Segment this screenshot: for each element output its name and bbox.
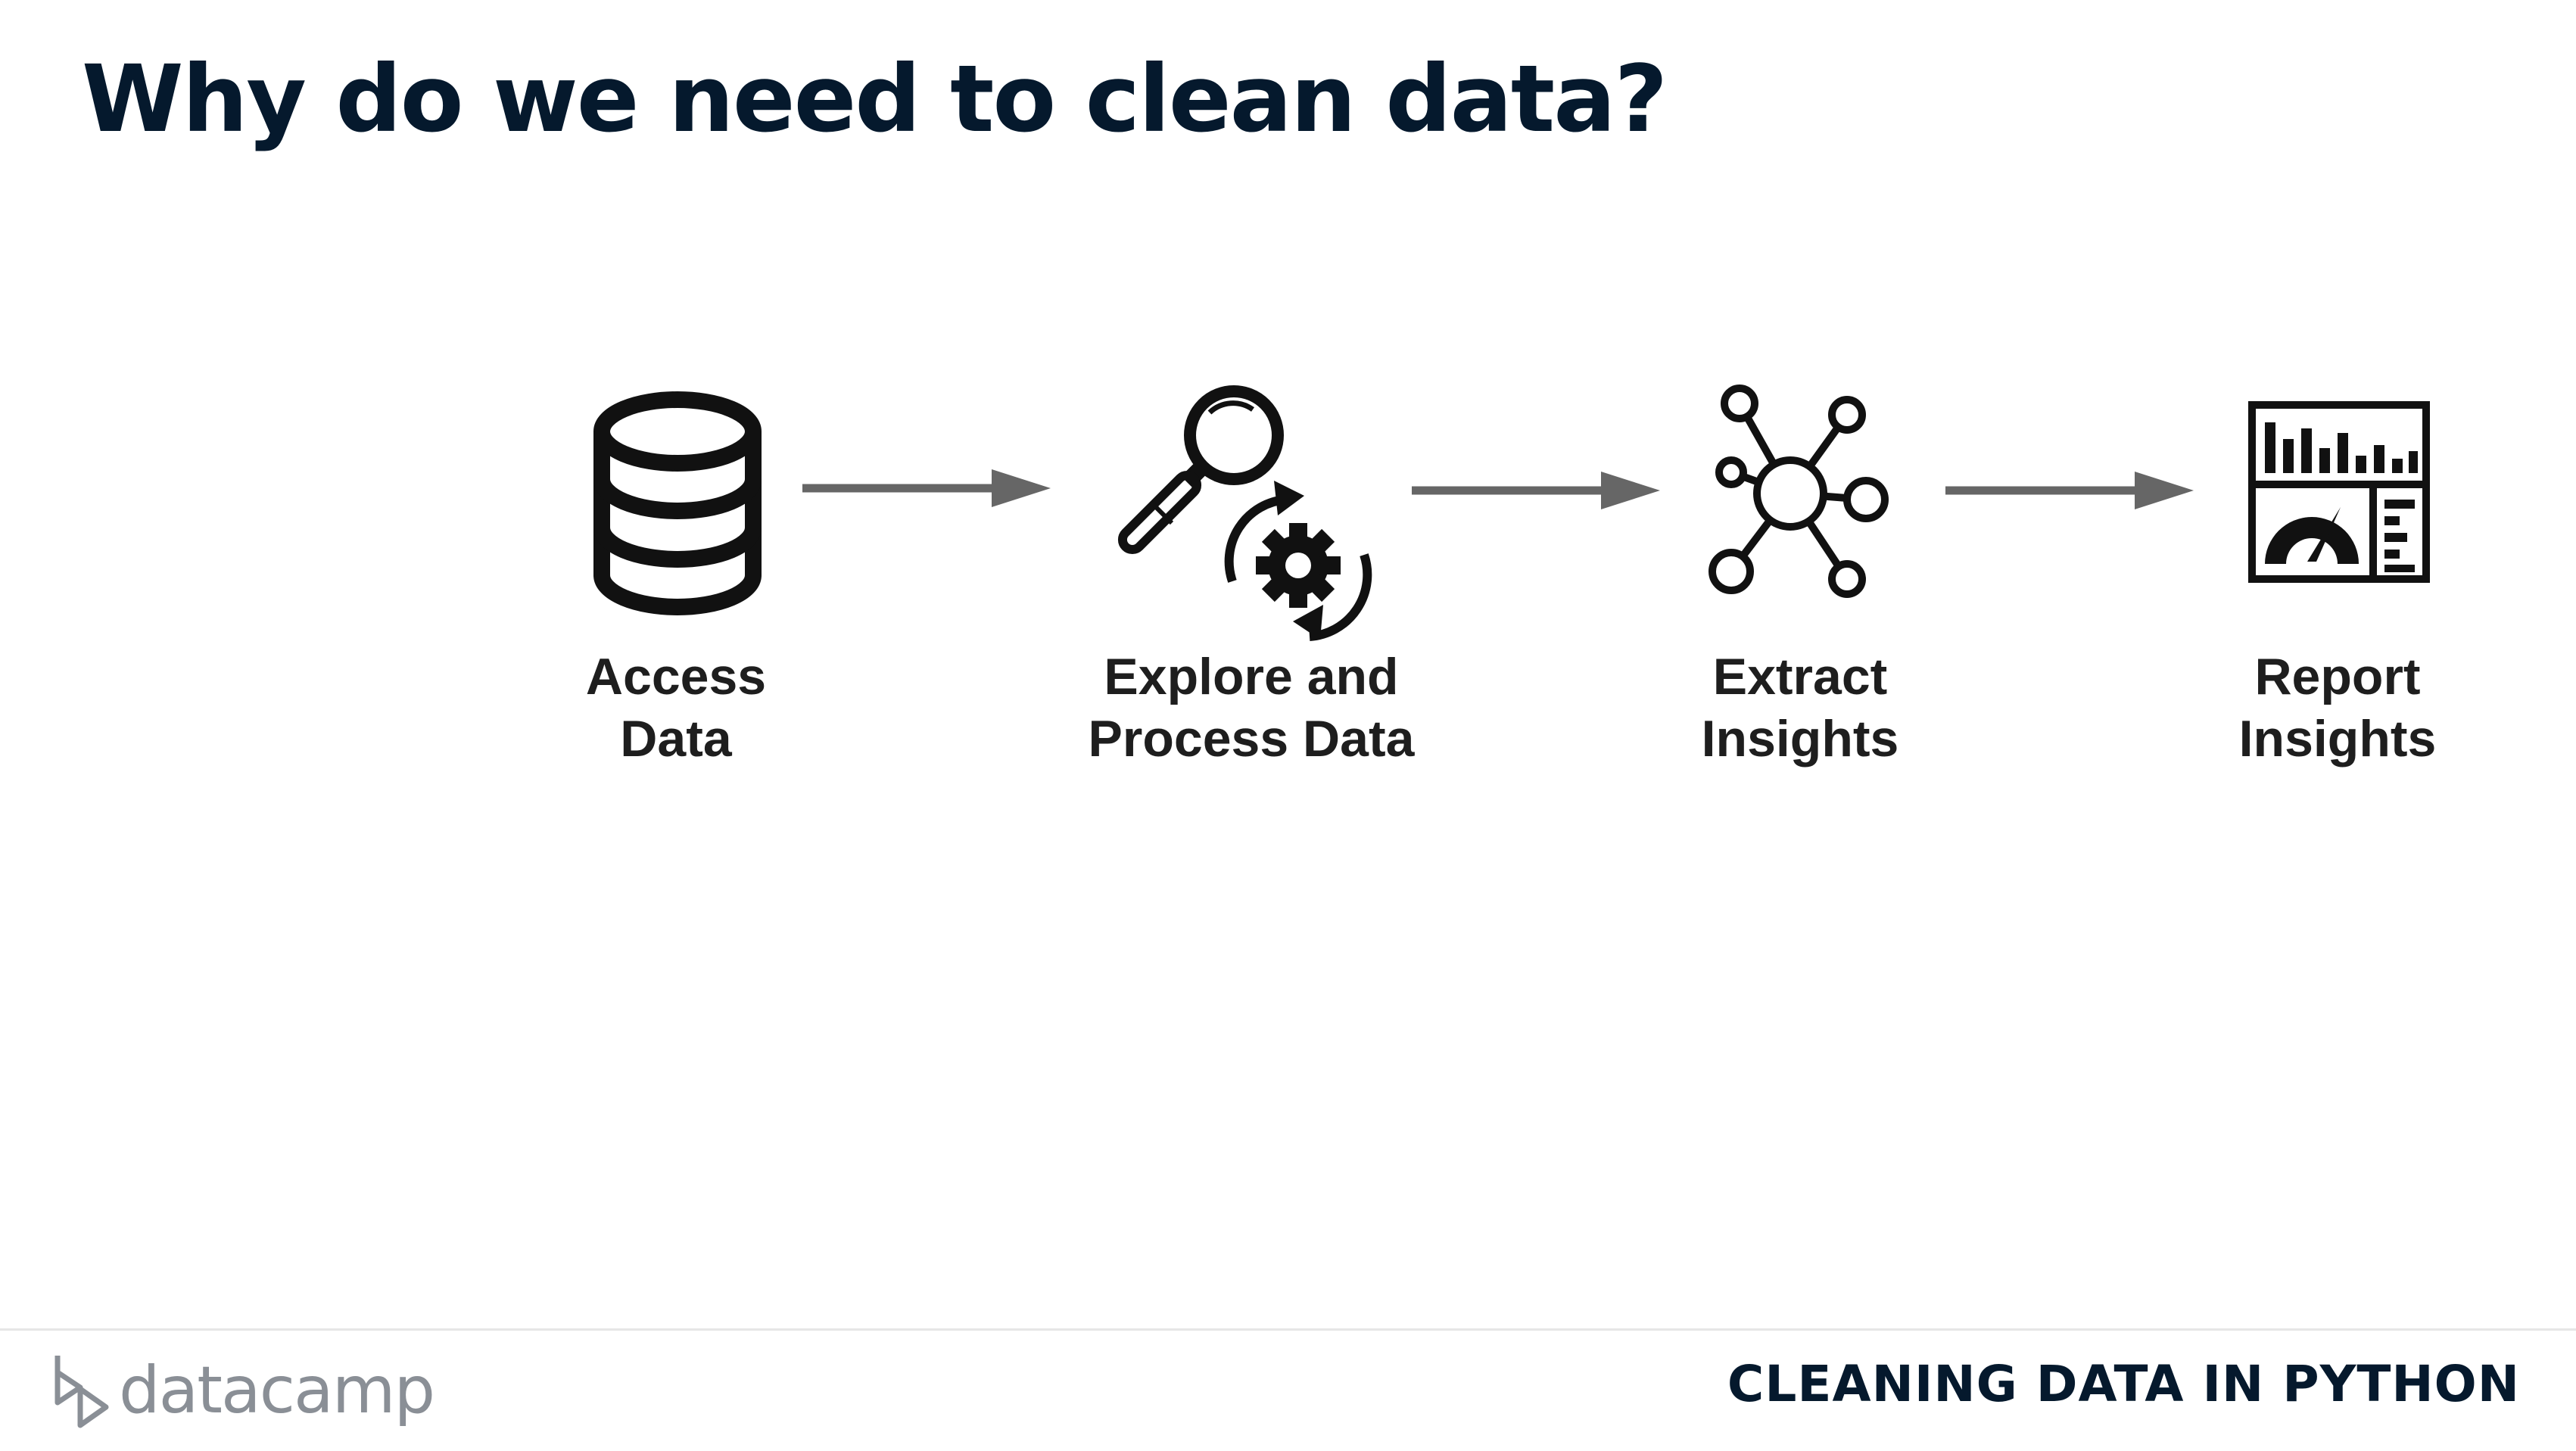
arrow-right-icon xyxy=(802,469,1051,507)
dashboard-icon xyxy=(2248,401,2430,583)
step-label-report-insights: Report Insights xyxy=(2238,648,2437,768)
slide: Why do we need to clean data? Access Dat… xyxy=(0,0,2576,1451)
datacamp-logo-icon xyxy=(55,1356,109,1428)
database-icon xyxy=(593,391,762,615)
step-label-access-data: Access Data xyxy=(585,648,767,768)
arrow-right-icon xyxy=(1412,472,1660,509)
slide-title: Why do we need to clean data? xyxy=(82,45,1668,153)
step-label-extract-insights: Extract Insights xyxy=(1701,648,1899,768)
network-icon xyxy=(1709,385,1889,598)
magnifier-gear-icon xyxy=(1117,385,1372,641)
datacamp-logo: datacamp xyxy=(53,1349,435,1432)
course-title: CLEANING DATA IN PYTHON xyxy=(1727,1355,2520,1413)
footer-divider xyxy=(0,1328,2576,1331)
arrow-right-icon xyxy=(1945,472,2194,509)
step-label-explore-process-data: Explore and Process Data xyxy=(1088,648,1415,768)
datacamp-wordmark: datacamp xyxy=(119,1353,435,1428)
